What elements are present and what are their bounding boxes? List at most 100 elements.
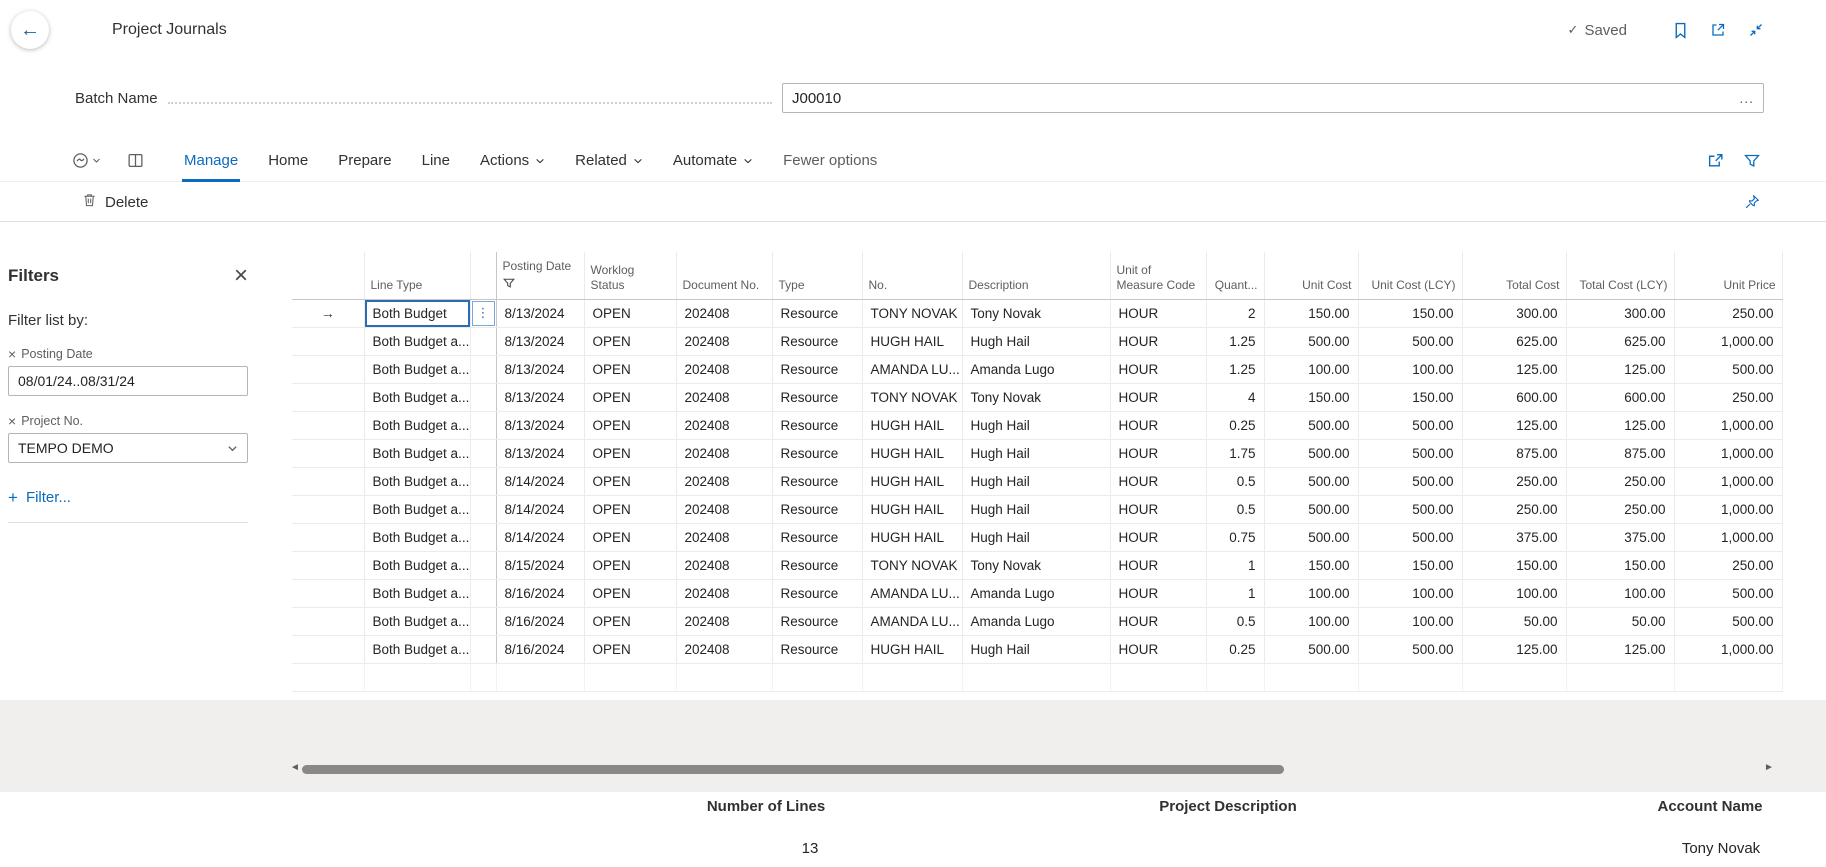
- grid-cell[interactable]: Resource: [772, 327, 862, 355]
- grid-cell[interactable]: 125.00: [1566, 355, 1674, 383]
- grid-cell[interactable]: 100.00: [1462, 579, 1566, 607]
- tab-related[interactable]: Related: [575, 140, 643, 182]
- grid-cell[interactable]: Hugh Hail: [962, 635, 1110, 663]
- grid-cell[interactable]: 1: [1206, 579, 1264, 607]
- grid-cell[interactable]: 1,000.00: [1674, 467, 1782, 495]
- row-selector-cell[interactable]: [292, 551, 364, 579]
- grid-cell[interactable]: 500.00: [1358, 523, 1462, 551]
- grid-cell[interactable]: 500.00: [1358, 327, 1462, 355]
- grid-cell[interactable]: AMANDA LU...: [862, 579, 962, 607]
- row-selector-cell[interactable]: [292, 635, 364, 663]
- grid-cell[interactable]: 0.25: [1206, 411, 1264, 439]
- grid-cell[interactable]: 600.00: [1462, 383, 1566, 411]
- column-header-posting-date[interactable]: Posting Date: [496, 252, 584, 299]
- grid-cell[interactable]: Tony Novak: [962, 383, 1110, 411]
- grid-cell[interactable]: 100.00: [1264, 607, 1358, 635]
- row-selector-cell[interactable]: [292, 439, 364, 467]
- scroll-right-arrow[interactable]: ►: [1764, 762, 1774, 773]
- grid-cell[interactable]: HUGH HAIL: [862, 439, 962, 467]
- column-header-unit-cost[interactable]: Unit Cost: [1264, 252, 1358, 299]
- horizontal-scrollbar-thumb[interactable]: [302, 765, 1284, 774]
- grid-cell[interactable]: Resource: [772, 523, 862, 551]
- grid-cell[interactable]: 100.00: [1358, 607, 1462, 635]
- grid-cell[interactable]: 500.00: [1358, 635, 1462, 663]
- grid-cell[interactable]: 500.00: [1358, 467, 1462, 495]
- grid-cell[interactable]: Amanda Lugo: [962, 607, 1110, 635]
- grid-cell[interactable]: 8/13/2024: [496, 439, 584, 467]
- grid-cell[interactable]: TONY NOVAK: [862, 299, 962, 327]
- grid-cell[interactable]: 1,000.00: [1674, 411, 1782, 439]
- grid-cell[interactable]: 500.00: [1264, 523, 1358, 551]
- grid-cell[interactable]: Hugh Hail: [962, 495, 1110, 523]
- tab-home[interactable]: Home: [268, 140, 308, 182]
- grid-cell[interactable]: 125.00: [1462, 411, 1566, 439]
- batch-name-input[interactable]: J00010 ...: [782, 83, 1764, 113]
- grid-cell[interactable]: 2: [1206, 299, 1264, 327]
- grid-cell[interactable]: 250.00: [1566, 495, 1674, 523]
- grid-cell[interactable]: 202408: [676, 579, 772, 607]
- grid-cell[interactable]: 150.00: [1358, 299, 1462, 327]
- grid-cell[interactable]: 1,000.00: [1674, 635, 1782, 663]
- grid-cell[interactable]: OPEN: [584, 355, 676, 383]
- grid-cell[interactable]: HOUR: [1110, 607, 1206, 635]
- grid-cell[interactable]: Both Budget a...: [364, 635, 470, 663]
- grid-cell[interactable]: 250.00: [1674, 551, 1782, 579]
- grid-cell[interactable]: 250.00: [1566, 467, 1674, 495]
- row-selector-cell[interactable]: [292, 411, 364, 439]
- grid-cell[interactable]: 150.00: [1462, 551, 1566, 579]
- close-filter-pane-button[interactable]: ×: [234, 266, 248, 285]
- grid-cell[interactable]: HOUR: [1110, 551, 1206, 579]
- column-header-unit-of-measure-code[interactable]: Unit of Measure Code: [1110, 252, 1206, 299]
- column-header-document-no[interactable]: Document No.: [676, 252, 772, 299]
- grid-cell[interactable]: Both Budget a...: [364, 411, 470, 439]
- grid-cell[interactable]: Resource: [772, 411, 862, 439]
- grid-cell[interactable]: 250.00: [1462, 467, 1566, 495]
- grid-cell[interactable]: Resource: [772, 439, 862, 467]
- grid-cell[interactable]: 125.00: [1566, 411, 1674, 439]
- scroll-left-arrow[interactable]: ◄: [290, 762, 300, 773]
- column-header-total-cost[interactable]: Total Cost: [1462, 252, 1566, 299]
- grid-cell[interactable]: 1.25: [1206, 327, 1264, 355]
- grid-cell[interactable]: HOUR: [1110, 411, 1206, 439]
- grid-cell[interactable]: HOUR: [1110, 579, 1206, 607]
- grid-cell[interactable]: 202408: [676, 467, 772, 495]
- grid-cell[interactable]: 500.00: [1674, 355, 1782, 383]
- filter-icon[interactable]: [1744, 153, 1760, 169]
- grid-cell[interactable]: HUGH HAIL: [862, 411, 962, 439]
- column-header-total-cost-lcy[interactable]: Total Cost (LCY): [1566, 252, 1674, 299]
- grid-cell[interactable]: 1.75: [1206, 439, 1264, 467]
- grid-cell[interactable]: 202408: [676, 495, 772, 523]
- row-selector-cell[interactable]: [292, 523, 364, 551]
- grid-cell[interactable]: Tony Novak: [962, 551, 1110, 579]
- posting-date-filter-input[interactable]: 08/01/24..08/31/24: [8, 366, 248, 396]
- grid-cell[interactable]: Resource: [772, 551, 862, 579]
- assist-edit-button[interactable]: ...: [1739, 94, 1754, 102]
- column-header-line-type[interactable]: Line Type: [364, 252, 470, 299]
- grid-cell[interactable]: Amanda Lugo: [962, 579, 1110, 607]
- grid-cell[interactable]: 375.00: [1566, 523, 1674, 551]
- grid-cell[interactable]: 500.00: [1358, 495, 1462, 523]
- open-in-new-window-icon[interactable]: [1710, 22, 1726, 38]
- grid-cell[interactable]: 0.5: [1206, 467, 1264, 495]
- grid-cell[interactable]: 1,000.00: [1674, 523, 1782, 551]
- collapse-page-icon[interactable]: [1748, 22, 1764, 38]
- grid-cell[interactable]: OPEN: [584, 439, 676, 467]
- grid-cell[interactable]: Both Budget a...: [364, 355, 470, 383]
- grid-cell[interactable]: 600.00: [1566, 383, 1674, 411]
- grid-cell[interactable]: 8/14/2024: [496, 495, 584, 523]
- grid-cell[interactable]: HOUR: [1110, 299, 1206, 327]
- add-filter-button[interactable]: + Filter...: [8, 489, 248, 506]
- grid-cell[interactable]: 100.00: [1358, 579, 1462, 607]
- grid-cell[interactable]: 50.00: [1462, 607, 1566, 635]
- grid-cell[interactable]: Both Budget a...: [364, 607, 470, 635]
- remove-filter-icon[interactable]: ×: [8, 347, 16, 361]
- row-selector-cell[interactable]: [292, 327, 364, 355]
- grid-cell[interactable]: 202408: [676, 523, 772, 551]
- grid-cell[interactable]: 125.00: [1566, 635, 1674, 663]
- grid-cell[interactable]: 300.00: [1462, 299, 1566, 327]
- grid-cell[interactable]: 500.00: [1264, 635, 1358, 663]
- grid-cell[interactable]: Both Budget a...: [364, 579, 470, 607]
- grid-cell[interactable]: 250.00: [1674, 299, 1782, 327]
- grid-cell[interactable]: 375.00: [1462, 523, 1566, 551]
- grid-cell[interactable]: HOUR: [1110, 355, 1206, 383]
